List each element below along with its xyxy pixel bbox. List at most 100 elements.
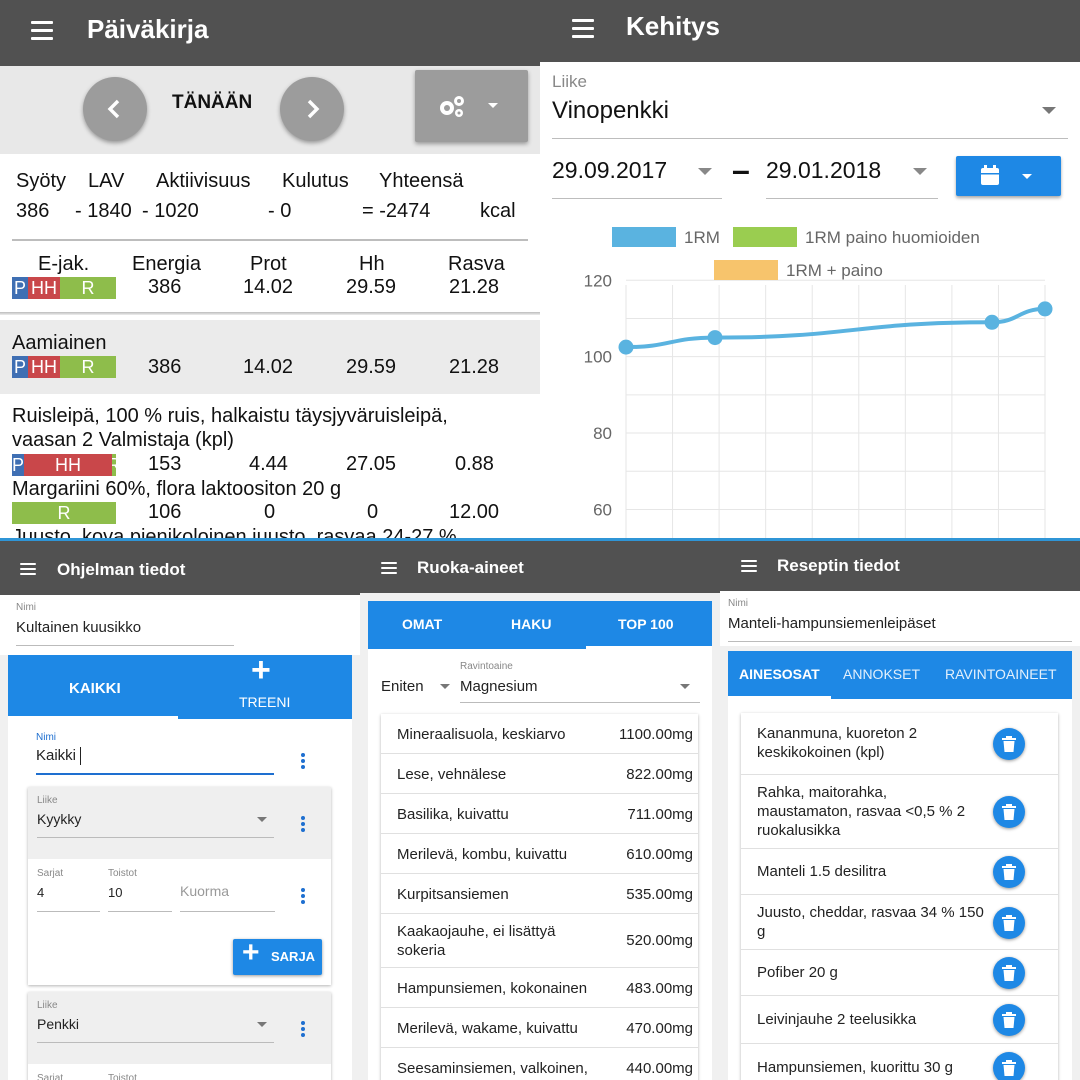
macro-fat-segment: R [12, 502, 116, 524]
legend-swatch [612, 227, 676, 247]
food-list-name: Basilika, kuivattu [397, 806, 509, 823]
trash-icon [1002, 1060, 1016, 1076]
macro-header-energy: Energia [132, 253, 201, 275]
delete-ingredient-button[interactable] [993, 1004, 1025, 1036]
y-tick-label: 60 [593, 500, 612, 519]
start-date-value: 29.09.2017 [552, 157, 668, 183]
food-list-name: Seesaminsiemen, valkoinen, [397, 1060, 588, 1077]
more-vert-icon[interactable] [301, 1021, 305, 1039]
movement-select[interactable]: Penkki [37, 1016, 79, 1032]
food-list-item[interactable]: Kurpitsansiemen 535.00mg [381, 874, 698, 914]
food-protein: 0 [264, 501, 276, 523]
tab-ainesosat[interactable]: AINESOSAT [739, 666, 820, 682]
header-burn: Kulutus [282, 170, 349, 192]
legend-swatch [733, 227, 797, 247]
recipe-name-input[interactable]: Manteli-hampunsiemenleipäset [728, 615, 936, 632]
menu-icon[interactable] [381, 562, 397, 577]
food-list-item[interactable]: Kaakaojauhe, ei lisättyä sokeria 520.00mg [381, 914, 698, 968]
tab-ravintoaineet[interactable]: RAVINTOAINEET [945, 666, 1057, 682]
food-macro-bar: P HH R [12, 454, 116, 476]
more-vert-icon[interactable] [301, 888, 305, 906]
caret-down-icon [1042, 107, 1056, 114]
trash-icon [1002, 914, 1016, 931]
food-fat: 0.88 [455, 453, 494, 475]
macro-ratio-bar: P HH R [12, 277, 116, 299]
delete-ingredient-button[interactable] [993, 856, 1025, 888]
menu-icon[interactable] [741, 560, 757, 575]
ingredient-name: Juusto, cheddar, rasvaa 34 % 150 [757, 903, 984, 921]
more-vert-icon[interactable] [301, 816, 305, 834]
delete-ingredient-button[interactable] [993, 906, 1025, 939]
section-name-input[interactable]: Kaikki [36, 747, 76, 764]
food-list-value: 711.00mg [627, 806, 693, 823]
caret-down-icon [257, 817, 267, 822]
movement-underline [37, 1042, 274, 1043]
food-list-item[interactable]: Hampunsiemen, kokonainen 483.00mg [381, 968, 698, 1008]
movement-select[interactable]: Kyykky [37, 811, 81, 827]
tab-haku[interactable]: HAKU [511, 616, 551, 632]
plus-icon: + [251, 651, 271, 689]
tab-omat[interactable]: OMAT [402, 616, 442, 632]
food-list-item[interactable]: Merilevä, kombu, kuivattu 610.00mg [381, 834, 698, 874]
tab-annokset[interactable]: ANNOKSET [843, 666, 920, 682]
total-fat: 21.28 [449, 276, 500, 298]
caret-down-icon [488, 103, 498, 108]
data-point [984, 314, 1000, 330]
delete-ingredient-button[interactable] [993, 796, 1025, 828]
menu-icon[interactable] [31, 21, 53, 45]
tab-top100[interactable]: TOP 100 [618, 616, 674, 632]
more-vert-icon[interactable] [301, 753, 305, 771]
menu-icon[interactable] [572, 19, 594, 43]
food-list-value: 520.00mg [626, 932, 693, 949]
food-list-name: Merilevä, kombu, kuivattu [397, 846, 568, 863]
ingredient-name: Leivinjauhe 2 teelusikka [757, 1010, 917, 1028]
add-set-label: SARJA [271, 949, 316, 964]
add-set-button[interactable]: + SARJA [233, 936, 322, 975]
total-carbs: 29.59 [346, 276, 397, 298]
divider-shadow [0, 312, 540, 315]
recipe-panel: Reseptin tiedot Nimi Manteli-hampunsieme… [720, 541, 1080, 1080]
delete-ingredient-button[interactable] [993, 957, 1025, 989]
delete-ingredient-button[interactable] [993, 728, 1025, 760]
meal-protein: 14.02 [243, 356, 294, 378]
nutrient-value: Magnesium [460, 678, 538, 695]
recipe-appbar: Reseptin tiedot [720, 541, 1080, 591]
food-list-item[interactable]: Merilevä, wakame, kuivattu 470.00mg [381, 1008, 698, 1048]
ingredient-name: keskikokoinen (kpl) [757, 744, 885, 761]
sets-underline [37, 911, 100, 912]
ingredient-item: Hampunsiemen, kuorittu 30 g [741, 1044, 1058, 1080]
food-list-item[interactable]: Basilika, kuivattu 711.00mg [381, 794, 698, 834]
food-list-item[interactable]: Lese, vehnälese 822.00mg [381, 754, 698, 794]
load-input[interactable]: Kuorma [180, 883, 229, 899]
tab-treeni-label: TREENI [239, 694, 291, 710]
next-day-button[interactable] [280, 77, 344, 141]
sets-input[interactable]: 4 [37, 885, 44, 900]
food-list-item[interactable]: Mineraalisuola, keskiarvo 1100.00mg [381, 714, 698, 754]
tab-kaikki[interactable]: KAIKKI [69, 680, 121, 697]
ingredient-name: Hampunsiemen, kuorittu 30 g [757, 1058, 953, 1076]
calendar-icon [981, 165, 999, 185]
y-tick-label: 80 [593, 424, 612, 443]
macro-header-fat: Rasva [448, 253, 505, 275]
macro-protein-segment: P [12, 356, 28, 378]
recipe-name-label: Nimi [728, 598, 748, 609]
program-panel: Ohjelman tiedot Nimi Kultainen kuusikko … [0, 541, 360, 1080]
prev-day-button[interactable] [83, 77, 147, 141]
meal-row[interactable]: Aamiainen P HH R 386 14.02 29.59 21.28 [0, 320, 540, 394]
caret-down-icon [1022, 174, 1032, 179]
value-total: = -2474 [362, 200, 431, 222]
reps-input[interactable]: 10 [108, 885, 122, 900]
tab-indicator [728, 696, 831, 699]
food-list-value: 610.00mg [626, 846, 693, 863]
menu-icon[interactable] [20, 563, 36, 578]
settings-dropdown-button[interactable] [415, 70, 528, 142]
food-list-item[interactable]: Seesaminsiemen, valkoinen, 440.00mg [381, 1048, 698, 1080]
date-label: TÄNÄÄN [172, 92, 253, 113]
program-name-input[interactable]: Kultainen kuusikko [16, 619, 141, 636]
calendar-dropdown-button[interactable] [956, 156, 1061, 196]
food-list-value: 1100.00mg [619, 726, 693, 743]
delete-ingredient-button[interactable] [993, 1052, 1025, 1080]
reps-label: Toistot [108, 868, 137, 879]
diary-panel: Päiväkirja TÄNÄÄN Syöty LAV Aktiivisuus … [0, 0, 540, 540]
food-list-value: 535.00mg [626, 886, 693, 903]
